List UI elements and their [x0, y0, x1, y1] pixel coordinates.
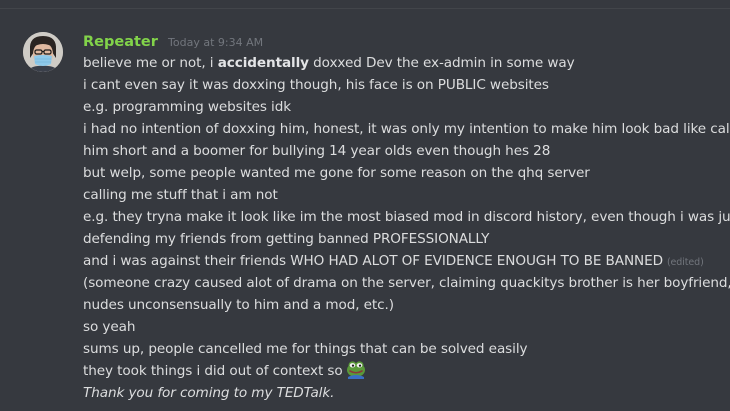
message-line: so yeah [83, 319, 136, 335]
italic-text: Thank you for coming to my TEDTalk. [83, 385, 335, 401]
message-line: believe me or not, i accidentally doxxed… [83, 52, 730, 74]
avatar[interactable] [23, 32, 63, 72]
message-line: defending my friends from getting banned… [83, 231, 490, 247]
message-line: i had no intention of doxxing him, hones… [83, 121, 730, 137]
line-text: believe me or not, i [83, 55, 218, 71]
edited-tag[interactable]: (edited) [667, 257, 704, 268]
chat-message[interactable]: Repeater Today at 9:34 AM believe me or … [0, 22, 730, 411]
line-text: they took things i did out of context so [83, 363, 343, 379]
username[interactable]: Repeater [83, 34, 158, 50]
message-line: they took things i did out of context so [83, 360, 730, 382]
message-divider [0, 8, 730, 9]
message-line: nudes unconsensually to him and a mod, e… [83, 297, 394, 313]
pepe-frog-emoji[interactable] [345, 360, 367, 379]
message-content: believe me or not, i accidentally doxxed… [83, 52, 730, 404]
message-header: Repeater Today at 9:34 AM [83, 31, 263, 50]
message-line: (someone crazy caused alot of drama on t… [83, 275, 730, 291]
message-line: Thank you for coming to my TEDTalk. [83, 382, 730, 404]
message-line: and i was against their friends WHO HAD … [83, 250, 730, 272]
timestamp[interactable]: Today at 9:34 AM [168, 36, 263, 49]
message-line: e.g. they tryna make it look like im the… [83, 209, 730, 225]
message-line: e.g. programming websites idk [83, 99, 292, 115]
message-line: sums up, people cancelled me for things … [83, 341, 528, 357]
message-line: him short and a boomer for bullying 14 y… [83, 143, 551, 159]
line-text: and i was against their friends WHO HAD … [83, 253, 663, 269]
bold-text: accidentally [217, 55, 309, 71]
message-line: but welp, some people wanted me gone for… [83, 165, 590, 181]
line-text: doxxed Dev the ex-admin in some way [308, 55, 575, 71]
avatar-image [23, 32, 63, 72]
message-line: calling me stuff that i am not [83, 187, 278, 203]
message-line: i cant even say it was doxxing though, h… [83, 77, 549, 93]
